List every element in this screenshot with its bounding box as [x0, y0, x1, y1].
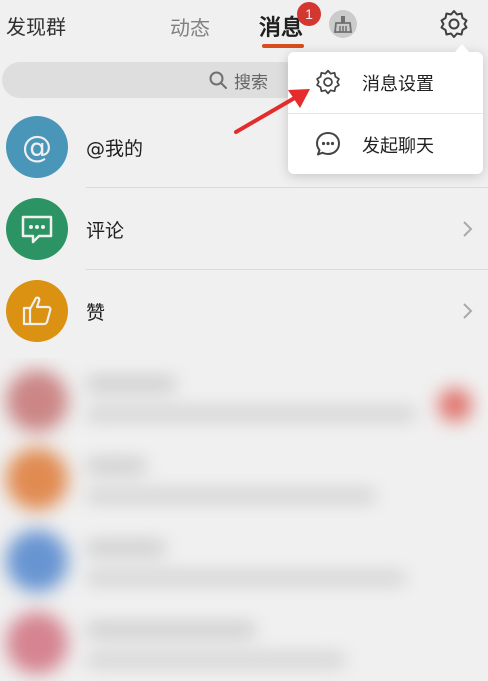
message-settings-label: 消息设置 [362, 74, 434, 95]
start-chat-label: 发起聊天 [362, 136, 434, 157]
chat-bubble-icon [316, 132, 340, 156]
popup-caret [454, 44, 470, 53]
annotation-arrow-icon [234, 89, 310, 134]
gear-icon [316, 69, 340, 95]
